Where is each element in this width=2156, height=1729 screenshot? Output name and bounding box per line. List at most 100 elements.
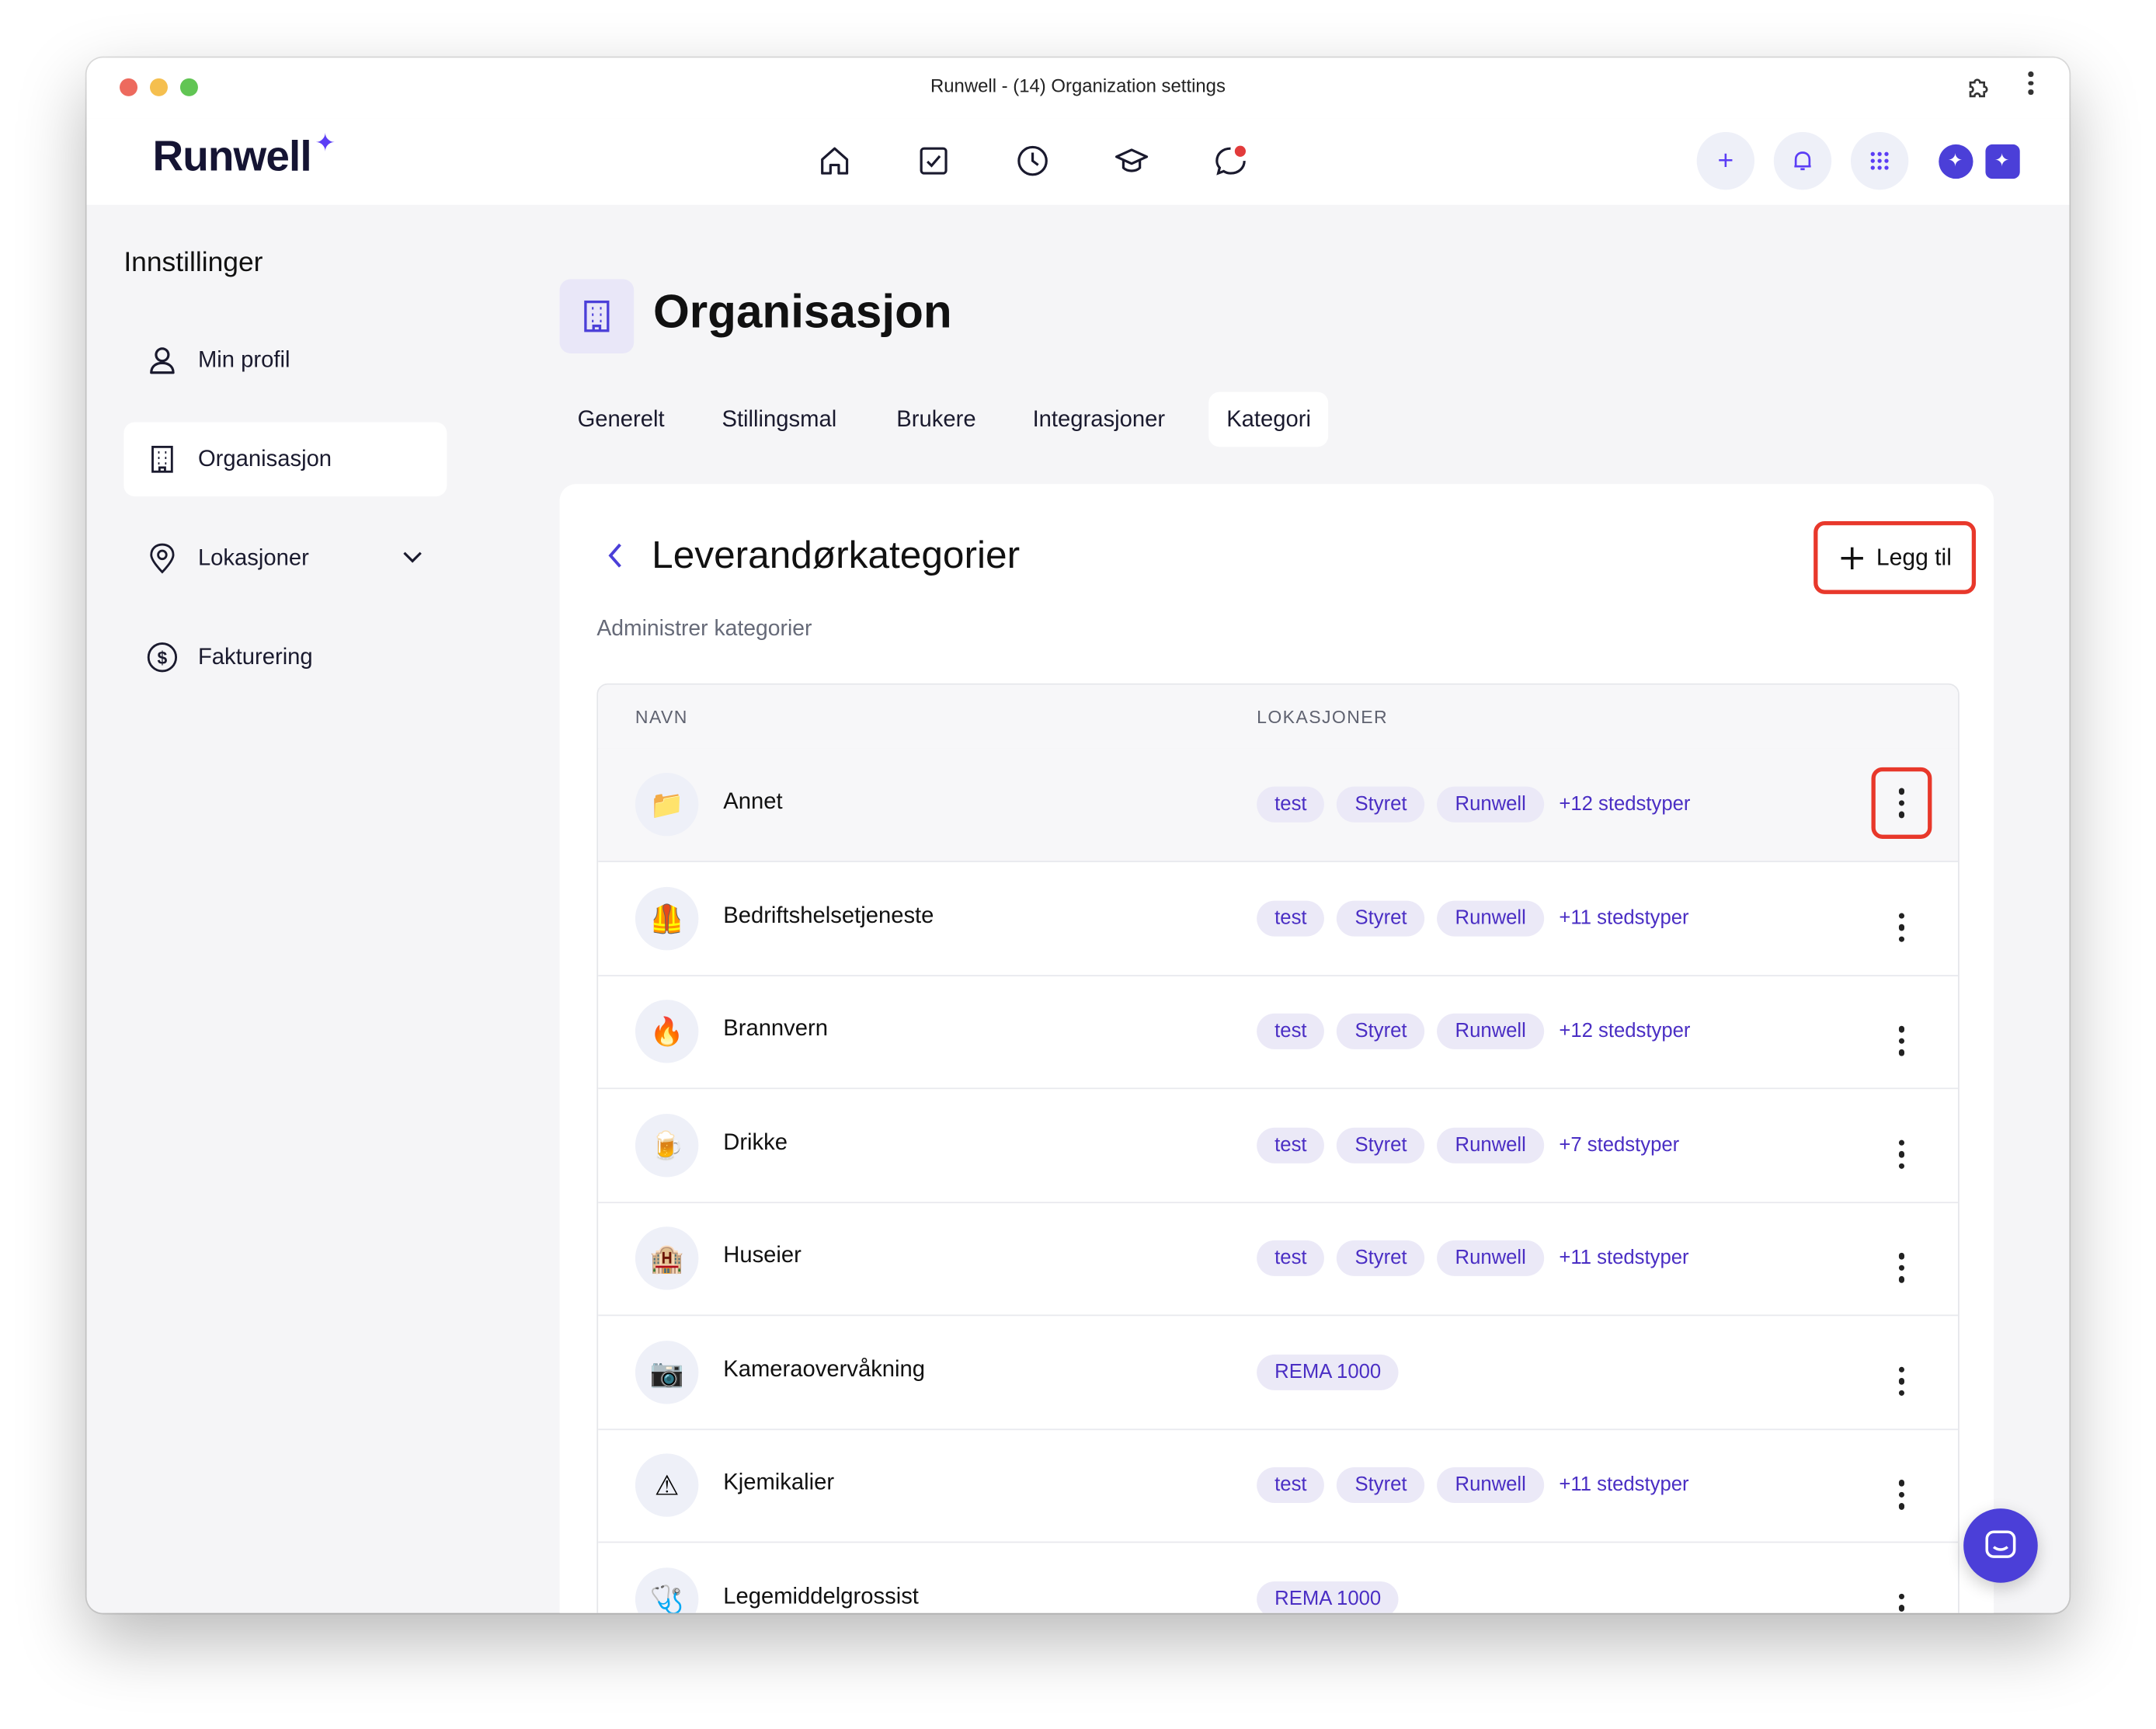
kebab-dot — [1898, 1503, 1905, 1510]
table-row[interactable]: 🦺 Bedriftshelsetjeneste test Styret Runwell +… — [598, 861, 1959, 976]
location-tags: REMA 1000 — [1257, 1581, 1400, 1613]
tab-brukere[interactable]: Brukere — [878, 392, 993, 447]
kebab-dot — [1898, 1049, 1905, 1056]
category-emoji-icon: 🩺 — [635, 1567, 699, 1613]
sidebar-item-lokasjoner[interactable]: Lokasjoner — [123, 521, 447, 596]
category-name: Legemiddelgrossist — [723, 1583, 919, 1609]
create-button[interactable]: + — [1696, 131, 1755, 190]
chat-bubble-icon — [1985, 1530, 2016, 1558]
location-tag: test — [1257, 786, 1325, 823]
category-name: Huseier — [723, 1243, 802, 1268]
kebab-dot — [1898, 1139, 1905, 1146]
table-header: NAVN LOKASJONER — [598, 684, 1959, 750]
more-locations-link[interactable]: +12 stedstyper — [1559, 794, 1690, 816]
tasks-icon[interactable] — [914, 141, 953, 180]
categories-card: Leverandørkategorier Administrer kategor… — [559, 484, 1994, 1613]
row-actions-menu-icon[interactable] — [1872, 897, 1932, 958]
category-name: Kjemikalier — [723, 1470, 835, 1495]
category-emoji-icon: 🦺 — [635, 886, 699, 950]
category-emoji-icon: 🏨 — [635, 1226, 699, 1290]
category-name: Brannvern — [723, 1016, 829, 1042]
extension-icon[interactable] — [1965, 75, 1992, 102]
sidebar-item-fakturering[interactable]: $ Fakturering — [123, 620, 447, 694]
add-button-label: Legg til — [1876, 544, 1952, 570]
more-locations-link[interactable]: +11 stedstyper — [1559, 907, 1688, 929]
title-bar: Runwell - (14) Organization settings — [86, 57, 2070, 119]
location-tags: test Styret Runwell +12 stedstyper — [1257, 1013, 1690, 1049]
category-emoji-icon: 📷 — [635, 1340, 699, 1404]
row-actions-menu-icon[interactable] — [1872, 1124, 1932, 1185]
kebab-dot — [1898, 1265, 1905, 1272]
kebab-dot — [1898, 1151, 1905, 1158]
top-navigation: Runwell ✦ + ✦ ✦ — [86, 118, 2070, 205]
chevron-left-icon[interactable] — [603, 539, 625, 572]
browser-menu-icon[interactable] — [2028, 71, 2033, 95]
chevron-down-icon[interactable] — [402, 548, 423, 565]
card-title: Leverandørkategorier — [652, 533, 1021, 576]
building-icon — [584, 300, 610, 332]
tab-generelt[interactable]: Generelt — [560, 392, 683, 447]
table-row[interactable]: 🍺 Drikke test Styret Runwell +7 stedstyper — [598, 1088, 1959, 1203]
tab-integrasjoner[interactable]: Integrasjoner — [1015, 392, 1184, 447]
location-tags: test Styret Runwell +11 stedstyper — [1257, 899, 1689, 936]
table-row[interactable]: 🔥 Brannvern test Styret Runwell +12 stedstype… — [598, 975, 1959, 1090]
location-tag: Styret — [1337, 1467, 1425, 1504]
support-chat-button[interactable] — [1963, 1508, 2038, 1583]
row-actions-menu-icon[interactable] — [1872, 1237, 1932, 1298]
assistant-panel-icon[interactable]: ✦ — [1984, 144, 2019, 179]
table-row[interactable]: 🩺 Legemiddelgrossist REMA 1000 — [598, 1543, 1958, 1613]
location-tags: test Styret Runwell +7 stedstyper — [1257, 1126, 1679, 1163]
education-icon[interactable] — [1112, 141, 1151, 180]
kebab-dot — [1898, 788, 1905, 795]
location-tag: Runwell — [1437, 1467, 1544, 1504]
apps-button[interactable] — [1850, 131, 1909, 190]
more-locations-link[interactable]: +12 stedstyper — [1559, 1021, 1690, 1042]
row-actions-menu-icon[interactable] — [1871, 767, 1932, 839]
location-tag: test — [1257, 899, 1325, 936]
kebab-dot — [1898, 1378, 1905, 1385]
location-tag: Runwell — [1437, 1126, 1544, 1163]
clock-icon[interactable] — [1014, 141, 1052, 180]
category-name: Bedriftshelsetjeneste — [723, 903, 934, 928]
app-window: Runwell - (14) Organization settings Run… — [86, 57, 2070, 1613]
tab-stillingsmal[interactable]: Stillingsmal — [704, 392, 854, 447]
apps-grid-icon — [1870, 151, 1889, 170]
kebab-dot — [1898, 1276, 1905, 1283]
row-actions-menu-icon[interactable] — [1872, 1578, 1932, 1613]
notifications-button[interactable] — [1773, 131, 1832, 190]
logo-sparkle-icon: ✦ — [315, 129, 336, 157]
svg-text:$: $ — [158, 648, 168, 668]
card-subtitle: Administrer kategorier — [596, 617, 812, 642]
chat-icon[interactable] — [1212, 141, 1250, 180]
kebab-dot — [1898, 1038, 1905, 1045]
kebab-dot — [1898, 811, 1905, 818]
table-row[interactable]: ⚠ Kjemikalier test Styret Runwell +11 stedsty… — [598, 1428, 1959, 1543]
table-row[interactable]: 🏨 Huseier test Styret Runwell +11 stedstyper — [598, 1202, 1959, 1317]
row-actions-menu-icon[interactable] — [1872, 1464, 1932, 1525]
location-tag: test — [1257, 1467, 1325, 1504]
add-category-button[interactable]: Legg til — [1813, 520, 1977, 594]
window-title: Runwell - (14) Organization settings — [930, 75, 1226, 96]
column-header-lokasjoner[interactable]: LOKASJONER — [1257, 707, 1388, 728]
kebab-dot — [1898, 1605, 1905, 1612]
tab-kategori[interactable]: Kategori — [1208, 391, 1330, 447]
column-header-navn[interactable]: NAVN — [635, 707, 688, 728]
row-actions-menu-icon[interactable] — [1872, 1351, 1932, 1411]
more-locations-link[interactable]: +11 stedstyper — [1559, 1474, 1688, 1496]
assistant-icon[interactable]: ✦ — [1938, 144, 1973, 179]
location-tag: test — [1257, 1013, 1325, 1049]
sidebar-item-organisasjon[interactable]: Organisasjon — [123, 422, 447, 497]
row-actions-menu-icon[interactable] — [1872, 1011, 1932, 1071]
sidebar-item-min-profil[interactable]: Min profil — [123, 323, 447, 398]
location-tag: Runwell — [1437, 786, 1544, 823]
assistant-switcher[interactable]: ✦ ✦ — [1928, 131, 2029, 190]
table-row[interactable]: 📁 Annet test Styret Runwell +12 stedstyper — [598, 748, 1959, 863]
user-icon — [150, 347, 175, 374]
location-tag: Styret — [1337, 899, 1425, 936]
category-name: Drikke — [723, 1129, 788, 1155]
more-locations-link[interactable]: +11 stedstyper — [1559, 1247, 1688, 1269]
runwell-logo[interactable]: Runwell — [153, 132, 312, 182]
home-icon[interactable] — [815, 141, 854, 180]
more-locations-link[interactable]: +7 stedstyper — [1559, 1134, 1679, 1156]
table-row[interactable]: 📷 Kameraovervåkning REMA 1000 — [598, 1315, 1959, 1430]
